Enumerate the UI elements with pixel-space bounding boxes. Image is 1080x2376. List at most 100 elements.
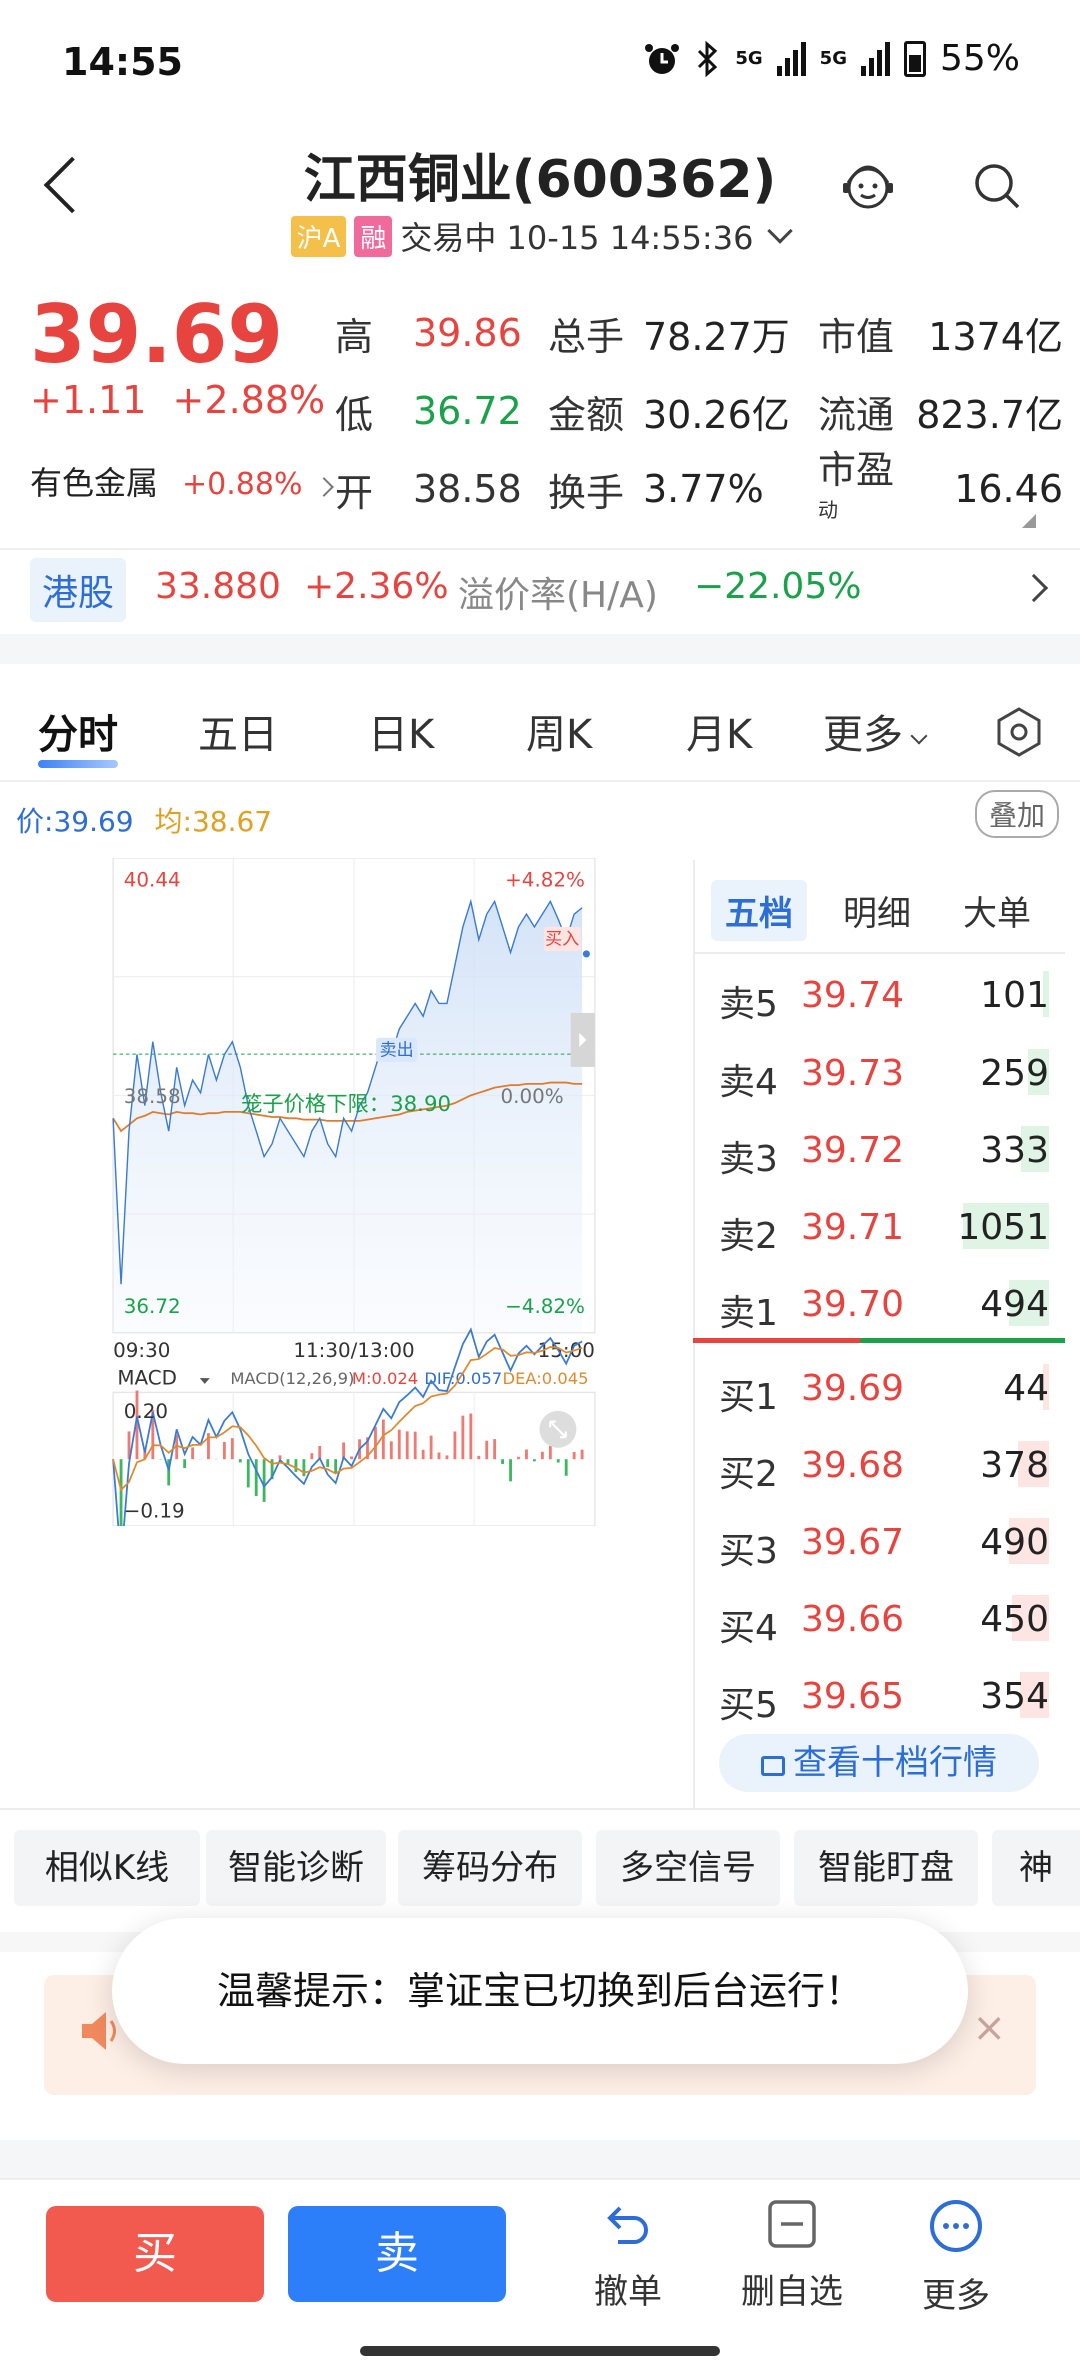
- tab-more[interactable]: 更多: [823, 702, 928, 760]
- cancel-order-button[interactable]: 撤单: [548, 2198, 708, 2313]
- bid-price: 39.69: [801, 1368, 905, 1409]
- macd-bar: [278, 1455, 282, 1460]
- ask-row-4: 卖4 39.73 259: [693, 1035, 1065, 1111]
- expand-corner-icon[interactable]: [1022, 514, 1036, 528]
- value-amount: 30.26亿: [643, 392, 790, 437]
- y-top-label: 40.44: [124, 868, 181, 891]
- label-pe: 市盈动: [818, 439, 913, 540]
- tab-weekly-k[interactable]: 周K: [526, 702, 592, 760]
- label-amount: 金额: [548, 392, 625, 437]
- bid-volume: 378: [980, 1445, 1049, 1486]
- macd-bar: [222, 1441, 226, 1460]
- macd-bar: [580, 1449, 584, 1460]
- macd-bar: [374, 1426, 377, 1460]
- label-market-cap: 市值: [818, 314, 895, 359]
- label-pe-sup: 动: [818, 497, 838, 522]
- ask-volume: 494: [980, 1284, 1049, 1325]
- tab-monthly-k[interactable]: 月K: [686, 702, 752, 760]
- macd-bar: [485, 1440, 489, 1460]
- macd-selector[interactable]: MACD: [117, 1367, 177, 1390]
- price-area: [113, 901, 583, 1333]
- spread-divider: [693, 1338, 1065, 1343]
- tool-smart-diagnosis[interactable]: 智能诊断: [206, 1830, 386, 1906]
- view-ten-levels-button[interactable]: 查看十档行情: [719, 1734, 1039, 1792]
- sector-percent: +0.88%: [182, 467, 303, 502]
- tools-row: 相似K线 智能诊断 筹码分布 多空信号 智能盯盘 神: [0, 1830, 1080, 1910]
- ask-price: 39.73: [801, 1053, 905, 1094]
- more-button[interactable]: 更多: [876, 2198, 1036, 2317]
- chevron-down-icon: [910, 727, 928, 745]
- tool-more-truncated[interactable]: 神: [992, 1830, 1080, 1906]
- clock: 14:55: [62, 40, 183, 84]
- remove-watchlist-label: 删自选: [741, 2272, 843, 2312]
- book-tabs-divider: [693, 952, 1065, 954]
- macd-bar: [310, 1453, 314, 1460]
- status-bar: 14:55 5G 5G 55%: [0, 0, 1080, 125]
- x-label-open: 09:30: [113, 1339, 170, 1362]
- tab-five-levels[interactable]: 五档: [711, 880, 807, 941]
- x-label-midday: 11:30/13:00: [293, 1339, 414, 1362]
- macd-bar: [429, 1435, 433, 1460]
- bid-row-1: 买1 39.69 44: [693, 1350, 1065, 1426]
- value-turnover: 3.77%: [643, 467, 764, 511]
- hk-share-row[interactable]: 港股 33.880 +2.36% 溢价率(H/A) −22.05%: [0, 548, 1080, 628]
- hk-percent: +2.36%: [304, 566, 449, 607]
- price-value: 39.69: [53, 805, 134, 838]
- trading-status[interactable]: 沪A 融 交易中 10-15 14:55:36: [0, 213, 1080, 259]
- battery-icon: [903, 40, 926, 77]
- search-icon[interactable]: [972, 161, 1022, 211]
- ask-row-3: 卖3 39.72 333: [693, 1112, 1065, 1188]
- change-percent: +2.88%: [172, 378, 326, 422]
- macd-bar: [238, 1459, 242, 1463]
- macd-bar: [350, 1456, 354, 1460]
- stock-title: 江西铜业(600362): [303, 150, 777, 210]
- macd-bar: [381, 1419, 385, 1460]
- macd-bar: [501, 1459, 505, 1464]
- margin-tag: 融: [354, 215, 393, 257]
- settings-hexagon-icon[interactable]: [993, 706, 1045, 758]
- cancel-order-label: 撤单: [594, 2272, 662, 2312]
- quote-row-high: 高 39.86 总手 78.27万 市值 1374亿: [335, 294, 1063, 372]
- macd-bar: [334, 1459, 338, 1474]
- ask-price: 39.72: [801, 1130, 905, 1171]
- bluetooth-icon: [698, 40, 718, 77]
- chevron-right-icon: [1019, 573, 1049, 603]
- pct-mid-label: 0.00%: [500, 1085, 563, 1108]
- macd-bar: [517, 1456, 520, 1460]
- macd-bar: [254, 1459, 258, 1496]
- tool-long-short-signal[interactable]: 多空信号: [596, 1830, 780, 1906]
- macd-bar: [421, 1449, 425, 1460]
- intraday-chart[interactable]: 40.44 38.58 36.72 +4.82% 0.00% −4.82% 笼子…: [15, 858, 693, 1526]
- network-5g-2: 5G: [819, 48, 847, 69]
- macd-bar: [493, 1439, 497, 1460]
- macd-dea: DEA:0.045: [503, 1369, 589, 1388]
- quote-row-low: 低 36.72 金额 30.26亿 流通 823.7亿: [335, 372, 1063, 450]
- sell-button[interactable]: 卖: [288, 2206, 506, 2302]
- tool-similar-k[interactable]: 相似K线: [14, 1830, 200, 1906]
- ask-row-1: 卖1 39.70 494: [693, 1266, 1065, 1342]
- macd-bar: [564, 1459, 568, 1476]
- bid-volume: 44: [1003, 1368, 1049, 1409]
- price-change: +1.11 +2.88%: [30, 378, 325, 422]
- close-icon[interactable]: ×: [972, 2005, 1006, 2051]
- tab-big-orders[interactable]: 大单: [963, 886, 1031, 935]
- remove-watchlist-button[interactable]: 删自选: [712, 2198, 872, 2313]
- buy-button[interactable]: 买: [46, 2206, 264, 2302]
- label-volume: 总手: [548, 314, 625, 359]
- quote-row-open: 开 38.58 换手 3.77% 市盈动 16.46: [335, 448, 1063, 528]
- macd-bar: [119, 1459, 123, 1526]
- macd-bar: [413, 1431, 417, 1460]
- tab-details[interactable]: 明细: [843, 886, 911, 935]
- sector-link[interactable]: 有色金属 +0.88%: [30, 458, 334, 504]
- tab-five-day[interactable]: 五日: [198, 702, 278, 760]
- tool-smart-watch[interactable]: 智能盯盘: [794, 1830, 978, 1906]
- tool-chip-distribution[interactable]: 筹码分布: [398, 1830, 582, 1906]
- robot-assistant-icon[interactable]: [838, 155, 898, 215]
- sell-marker: 卖出: [380, 1041, 414, 1061]
- macd-bar: [540, 1451, 544, 1460]
- last-price: 39.69: [30, 288, 284, 381]
- tab-intraday[interactable]: 分时: [38, 702, 118, 760]
- overlay-button[interactable]: 叠加: [975, 790, 1060, 838]
- tab-daily-k[interactable]: 日K: [368, 702, 434, 760]
- home-indicator[interactable]: [360, 2346, 720, 2356]
